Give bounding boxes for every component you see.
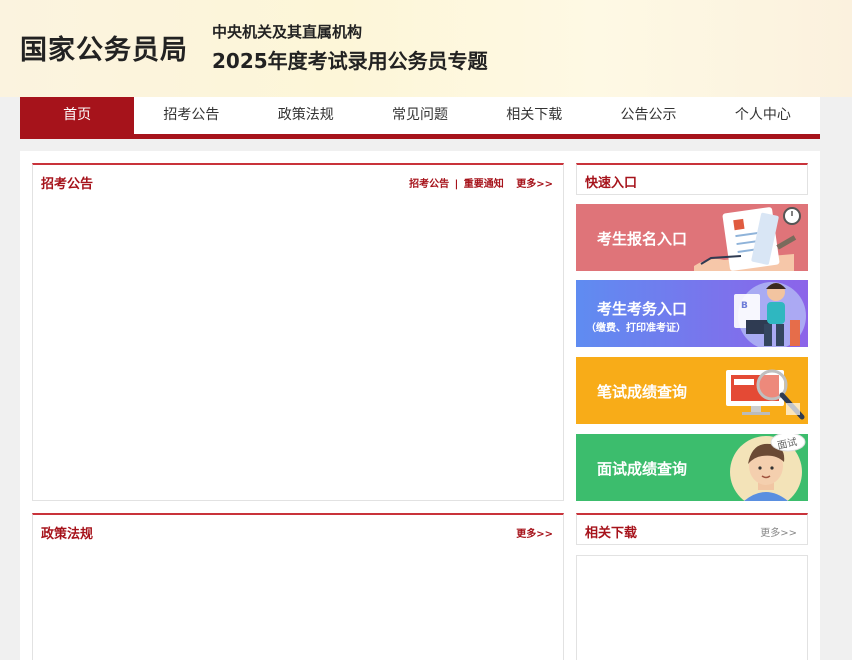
- main-nav: 首页 招考公告 政策法规 常见问题 相关下载 公告公示 个人中心: [20, 97, 820, 139]
- nav-item-downloads[interactable]: 相关下载: [477, 97, 591, 134]
- interviewee-avatar-icon: [730, 434, 806, 501]
- quick-entry-title: 快速入口: [585, 176, 638, 191]
- register-entry-banner[interactable]: 考生报名入口: [576, 204, 808, 271]
- downloads-links: 更多>>: [758, 524, 797, 539]
- nav-item-personal-center[interactable]: 个人中心: [706, 97, 820, 134]
- policy-title: 政策法规: [41, 527, 94, 542]
- policy-panel: 政策法规 更多>>: [32, 513, 564, 660]
- nav-item-policy[interactable]: 政策法规: [249, 97, 363, 134]
- downloads-list: [576, 555, 808, 660]
- monitor-magnifier-icon: [726, 369, 805, 420]
- nav-item-notices[interactable]: 公告公示: [591, 97, 705, 134]
- svg-text:B: B: [741, 301, 748, 311]
- header-title: 2025年度考试录用公务员专题: [212, 49, 488, 73]
- site-logo[interactable]: 国家公务员局: [20, 28, 188, 67]
- written-score-query-banner[interactable]: 笔试成绩查询: [576, 357, 808, 424]
- quick-entry-header: 快速入口: [576, 163, 808, 195]
- nav-item-announcements[interactable]: 招考公告: [134, 97, 248, 134]
- announcements-link[interactable]: 招考公告: [409, 179, 449, 190]
- announcements-links: 招考公告 | 重要通知 更多>>: [407, 175, 553, 190]
- nav-item-home[interactable]: 首页: [20, 97, 135, 134]
- nav-item-faq[interactable]: 常见问题: [363, 97, 477, 134]
- main-content: 招考公告 招考公告 | 重要通知 更多>> 快速入口 考生报名入口 考生考务入口…: [20, 151, 820, 660]
- policy-links: 更多>>: [514, 525, 553, 540]
- announcements-title: 招考公告: [41, 177, 94, 192]
- site-header: 国家公务员局 中央机关及其直属机构 2025年度考试录用公务员专题: [0, 0, 852, 97]
- application-form-icon: [694, 207, 801, 271]
- interview-score-query-banner[interactable]: 面试成绩查询 面试: [576, 434, 808, 501]
- link-separator: |: [454, 179, 459, 190]
- downloads-panel-header: 相关下载 更多>>: [576, 513, 808, 545]
- exam-affairs-entry-banner[interactable]: 考生考务入口 （缴费、打印准考证） B: [576, 280, 808, 347]
- announcements-panel: 招考公告 招考公告 | 重要通知 更多>>: [32, 163, 564, 501]
- announcements-more-link[interactable]: 更多>>: [516, 179, 553, 190]
- downloads-title: 相关下载: [585, 526, 638, 541]
- important-notice-link[interactable]: 重要通知: [464, 179, 504, 190]
- policy-more-link[interactable]: 更多>>: [516, 529, 553, 540]
- downloads-more-link[interactable]: 更多>>: [760, 528, 797, 539]
- student-at-computer-icon: B: [734, 282, 806, 347]
- header-subtitle: 中央机关及其直属机构: [212, 23, 363, 41]
